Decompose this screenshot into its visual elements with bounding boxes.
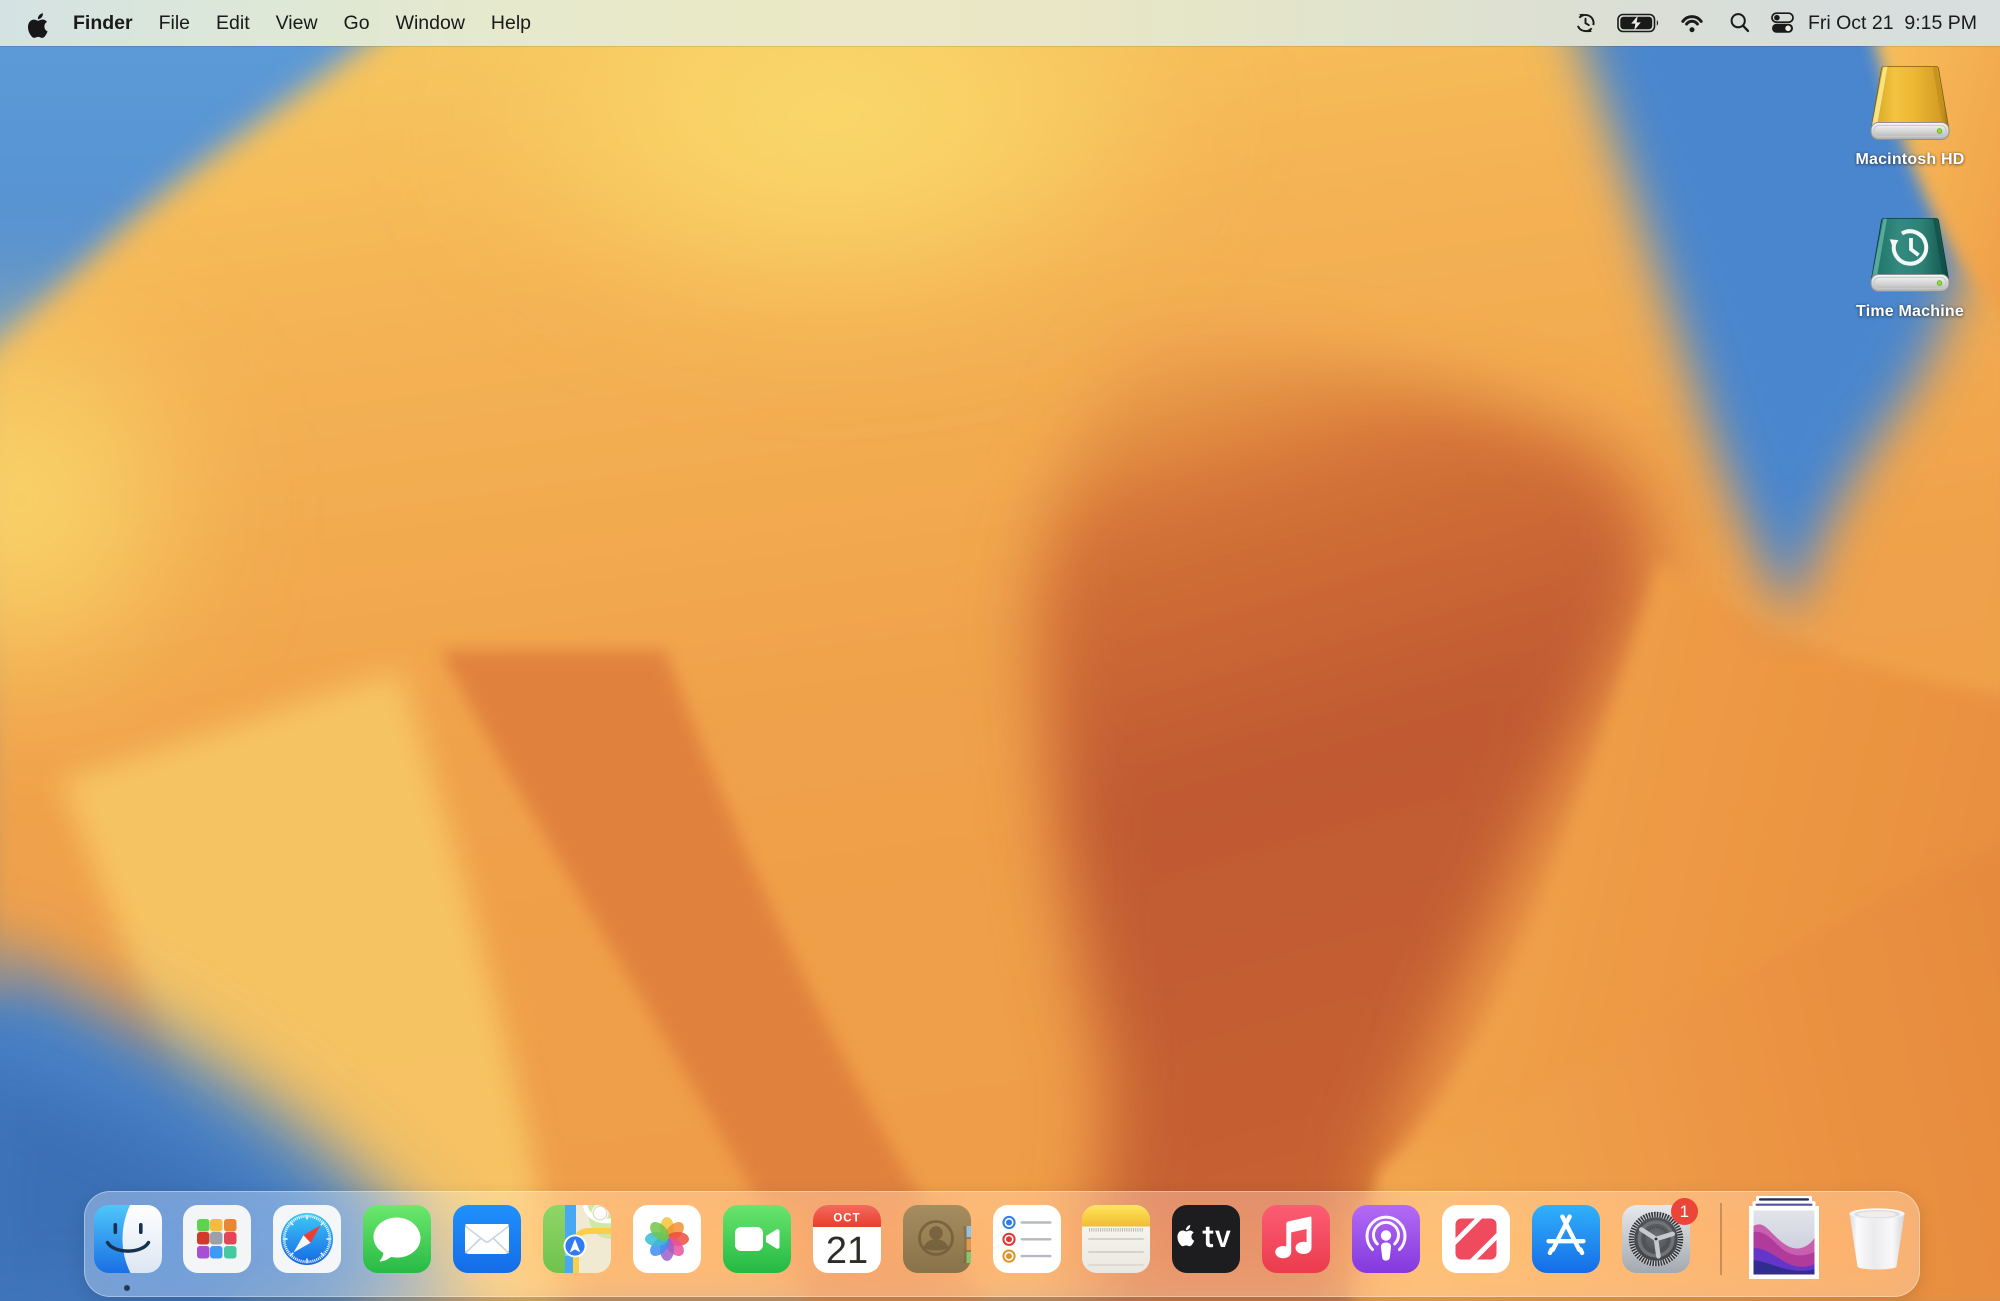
svg-text:OCT: OCT: [833, 1213, 860, 1225]
svg-text:21: 21: [826, 1230, 868, 1272]
